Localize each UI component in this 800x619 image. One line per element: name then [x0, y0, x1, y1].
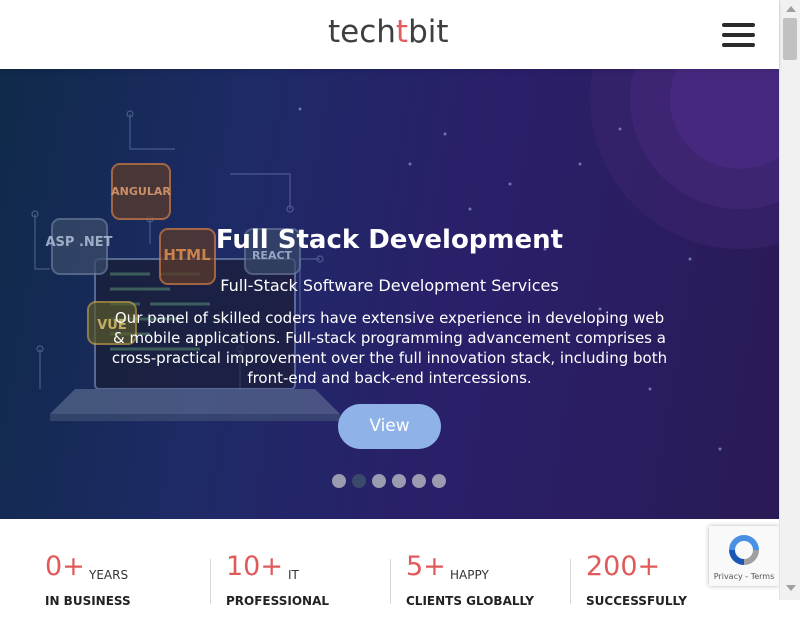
stat-professionals: 10+ IT PROFESSIONAL	[226, 551, 406, 619]
hamburger-menu-icon[interactable]	[722, 22, 756, 48]
carousel-dot[interactable]	[392, 474, 406, 488]
page-scrollbar[interactable]	[779, 0, 800, 600]
hamburger-line	[722, 23, 755, 27]
carousel-dot[interactable]	[412, 474, 426, 488]
stat-label: SUCCESSFULLY	[586, 594, 687, 608]
stat-clients: 5+ HAPPY CLIENTS GLOBALLY	[406, 551, 586, 619]
stat-label: IN BUSINESS	[45, 594, 131, 608]
stat-number: 10+	[226, 551, 283, 582]
scroll-thumb[interactable]	[783, 18, 797, 60]
stat-unit: YEARS	[89, 568, 129, 582]
stats-section: 0+ YEARS IN BUSINESS 10+ IT PROFESSIONAL…	[0, 519, 779, 608]
hamburger-line	[722, 33, 755, 37]
stat-divider	[210, 559, 211, 604]
stat-number: 200+	[586, 551, 661, 582]
recaptcha-badge[interactable]: Privacy - Terms	[709, 526, 779, 586]
carousel-dot[interactable]	[332, 474, 346, 488]
carousel-dot-active[interactable]	[352, 474, 366, 488]
hero-title: Full Stack Development	[215, 225, 564, 255]
logo-mark: t	[395, 14, 409, 50]
stat-label: PROFESSIONAL	[226, 594, 330, 608]
hero-banner: ANGULAR ASP .NET HTML REACT VUE Full Sta…	[0, 69, 779, 519]
stat-unit: IT	[288, 568, 299, 582]
hero-subtitle: Full-Stack Software Development Services	[220, 276, 559, 295]
stat-number: 5+	[406, 551, 446, 582]
carousel-dot[interactable]	[432, 474, 446, 488]
recaptcha-links[interactable]: Privacy - Terms	[709, 572, 779, 581]
site-header: techtbit	[0, 0, 779, 69]
hero-description: Our panel of skilled coders have extensi…	[111, 309, 668, 387]
carousel-dot[interactable]	[372, 474, 386, 488]
stat-divider	[570, 559, 571, 604]
recaptcha-icon	[729, 535, 759, 565]
view-button[interactable]: View	[338, 404, 441, 449]
site-logo[interactable]: techtbit	[328, 14, 449, 50]
scroll-down-icon[interactable]	[786, 585, 796, 591]
logo-suffix: bit	[408, 14, 449, 50]
stat-label: CLIENTS GLOBALLY	[406, 594, 534, 608]
stat-number: 0+	[45, 551, 85, 582]
art-label-angular: ANGULAR	[111, 185, 171, 198]
logo-prefix: tech	[328, 14, 396, 50]
hamburger-line	[722, 43, 755, 47]
stat-unit: HAPPY	[450, 568, 489, 582]
stat-divider	[390, 559, 391, 604]
stat-years: 0+ YEARS IN BUSINESS	[45, 551, 225, 619]
scroll-up-icon[interactable]	[786, 6, 796, 12]
